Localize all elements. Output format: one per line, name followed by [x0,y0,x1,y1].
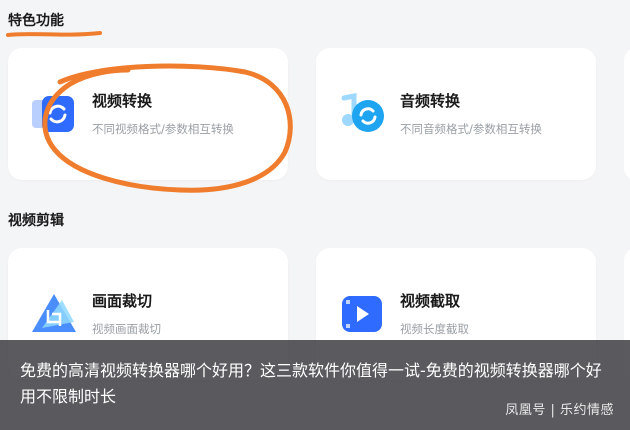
card-title: 视频截取 [400,292,461,310]
featured-section-title: 特色功能 [8,13,64,29]
video-convert-card[interactable]: 视频转换 不同视频格式/参数相互转换 [8,48,288,180]
card-title: 音频转换 [400,92,461,110]
audio-convert-card[interactable]: 音频转换 不同音频格式/参数相互转换 [316,48,596,180]
crop-icon [32,294,76,332]
next-card-edge [624,48,630,180]
audio-convert-icon [341,92,384,132]
video-edit-section-title: 视频剪辑 [8,213,64,229]
card-description: 视频长度截取 [400,322,469,336]
card-description: 视频画面裁切 [92,322,161,336]
underline-annotation [6,31,102,37]
card-title: 画面裁切 [92,292,153,310]
caption-overlay: 免费的高清视频转换器哪个好用？这三款软件你值得一试-免费的视频转换器哪个好用不限… [0,340,630,430]
card-title: 视频转换 [92,92,153,110]
video-convert-icon [32,96,74,132]
video-trim-icon [342,296,382,332]
source-watermark: 凤凰号 | 乐约情感 [505,403,614,418]
card-description: 不同音频格式/参数相互转换 [400,122,542,136]
card-description: 不同视频格式/参数相互转换 [92,122,234,136]
